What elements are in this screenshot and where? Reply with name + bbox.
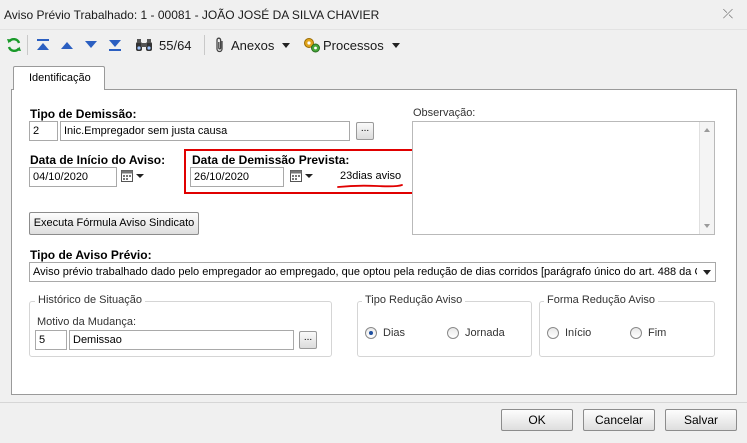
paperclip-icon [216, 37, 223, 53]
chevron-down-icon [282, 42, 291, 48]
tipo-aviso-previo-value: Aviso prévio trabalhado dado pelo empreg… [33, 266, 697, 278]
data-inicio-aviso-field[interactable]: 04/10/2020 [29, 167, 117, 187]
executa-formula-button[interactable]: Executa Fórmula Aviso Sindicato [29, 212, 199, 235]
radio-inicio[interactable]: Início [547, 327, 591, 339]
refresh-icon [7, 37, 21, 53]
radio-inicio-label: Início [565, 327, 592, 339]
scroll-up-icon[interactable] [704, 128, 710, 132]
radio-fim-label: Fim [648, 327, 667, 339]
motivo-mudanca-code-field[interactable]: 5 [35, 330, 67, 350]
anexos-label: Anexos [231, 37, 275, 53]
window-title: Aviso Prévio Trabalhado: 1 - 00081 - JOÃ… [4, 8, 380, 22]
radio-indicator [547, 327, 559, 339]
last-record-button[interactable] [108, 36, 122, 54]
gears-icon [304, 38, 320, 53]
calendar-icon [121, 170, 133, 182]
radio-indicator [630, 327, 642, 339]
tab-identificacao[interactable]: Identificação [13, 66, 105, 90]
tipo-aviso-previo-label: Tipo de Aviso Prévio: [30, 248, 152, 262]
data-inicio-aviso-label: Data de Início do Aviso: [30, 153, 166, 167]
processos-label: Processos [323, 37, 384, 53]
data-demissao-prevista-label: Data de Demissão Prevista: [192, 153, 350, 167]
observacao-label: Observação: [413, 107, 476, 119]
radio-indicator [447, 327, 459, 339]
anexos-menu[interactable]: Anexos [213, 36, 291, 54]
tipo-demissao-label: Tipo de Demissão: [30, 107, 137, 121]
data-inicio-calendar-button[interactable] [121, 170, 144, 182]
toolbar-separator [204, 35, 205, 55]
previous-record-icon [61, 42, 73, 49]
tipo-reducao-aviso-legend: Tipo Redução Aviso [362, 294, 466, 306]
last-record-icon [109, 40, 121, 51]
close-icon[interactable]: ⤫ [721, 7, 735, 21]
previous-record-button[interactable] [60, 36, 74, 54]
observacao-scrollbar[interactable] [699, 122, 714, 234]
save-button[interactable]: Salvar [665, 409, 737, 431]
tipo-demissao-description-field[interactable]: Inic.Empregador sem justa causa [60, 121, 350, 141]
motivo-mudanca-description-field[interactable]: Demissao [69, 330, 294, 350]
radio-indicator [365, 327, 377, 339]
next-record-button[interactable] [84, 36, 98, 54]
radio-dias[interactable]: Dias [365, 327, 405, 339]
next-record-icon [85, 41, 97, 48]
tipo-demissao-lookup-button[interactable]: ... [356, 122, 374, 140]
ok-button[interactable]: OK [501, 409, 573, 431]
handwritten-underline [337, 184, 403, 188]
refresh-button[interactable] [6, 36, 22, 54]
record-counter: 55/64 [159, 37, 192, 53]
processos-menu[interactable]: Processos [303, 36, 400, 54]
title-bar: Aviso Prévio Trabalhado: 1 - 00081 - JOÃ… [0, 0, 747, 30]
radio-dias-label: Dias [383, 327, 406, 339]
chevron-down-icon [136, 174, 144, 178]
tipo-aviso-previo-select[interactable]: Aviso prévio trabalhado dado pelo empreg… [29, 262, 716, 282]
calendar-icon [290, 170, 302, 182]
binoculars-icon [136, 39, 152, 51]
forma-reducao-aviso-legend: Forma Redução Aviso [544, 294, 659, 306]
historico-situacao-legend: Histórico de Situação [35, 294, 145, 306]
radio-jornada-label: Jornada [465, 327, 505, 339]
observacao-textarea[interactable] [412, 121, 715, 235]
toolbar-separator [27, 35, 28, 55]
cancel-button[interactable]: Cancelar [583, 409, 655, 431]
tipo-demissao-code-field[interactable]: 2 [29, 121, 58, 141]
chevron-down-icon [703, 270, 711, 275]
data-demissao-prevista-field[interactable]: 26/10/2020 [190, 167, 284, 187]
radio-jornada[interactable]: Jornada [447, 327, 505, 339]
toolbar: 55/64 Anexos Processos [0, 30, 747, 60]
data-demissao-calendar-button[interactable] [290, 170, 313, 182]
first-record-icon [37, 39, 49, 50]
motivo-mudanca-lookup-button[interactable]: ... [299, 331, 317, 349]
tab-label: Identificação [29, 72, 91, 84]
find-record-button[interactable]: 55/64 [135, 36, 192, 54]
motivo-mudanca-label: Motivo da Mudança: [37, 316, 137, 328]
dias-aviso-text: 23dias aviso [340, 170, 402, 182]
footer-divider [0, 402, 747, 403]
radio-fim[interactable]: Fim [630, 327, 666, 339]
scroll-down-icon[interactable] [704, 224, 710, 228]
chevron-down-icon [305, 174, 313, 178]
first-record-button[interactable] [36, 36, 50, 54]
chevron-down-icon [391, 42, 400, 48]
